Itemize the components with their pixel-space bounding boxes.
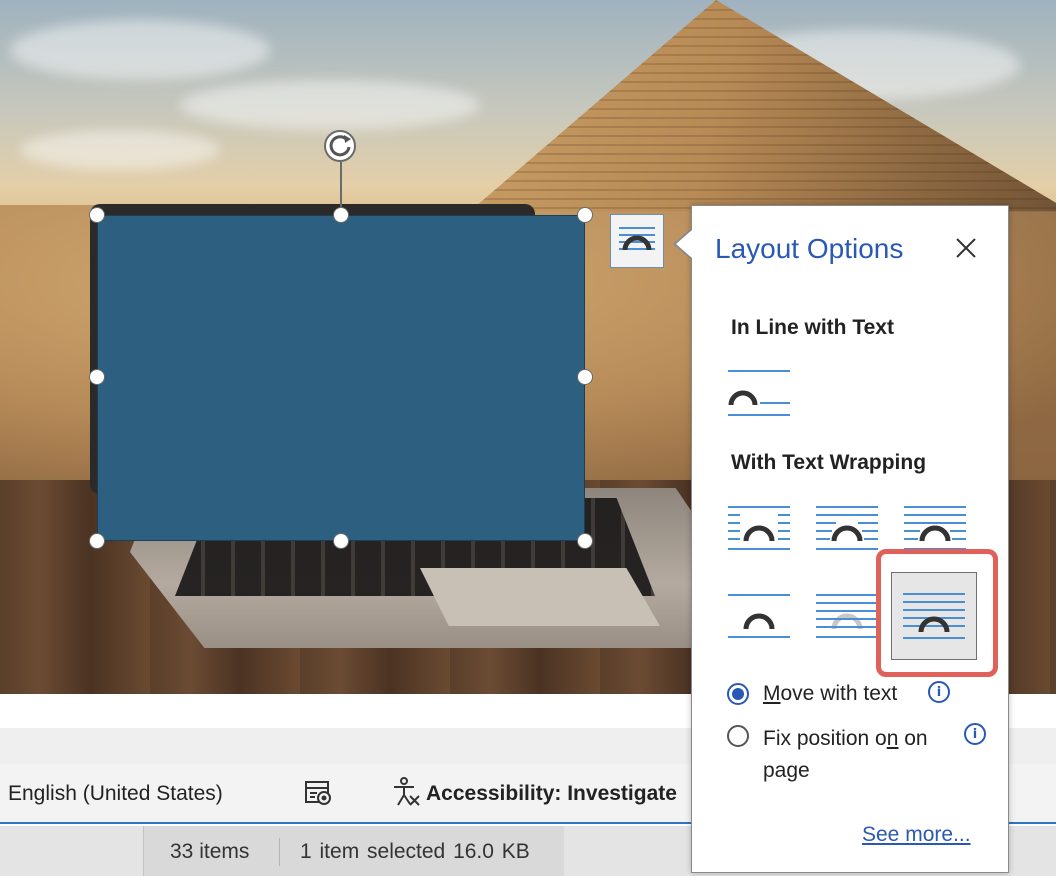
focus-mode-icon[interactable]: [303, 778, 333, 808]
layout-options-panel: Layout Options In Line with Text With Te…: [691, 205, 1009, 873]
laptop-touchpad: [420, 568, 660, 626]
move-with-text-label[interactable]: Move with text: [763, 678, 897, 710]
close-button[interactable]: [950, 232, 982, 264]
selected-rectangle-shape[interactable]: [97, 215, 585, 541]
wrap-through-icon: [904, 506, 966, 550]
resize-handle-top-right[interactable]: [577, 207, 593, 223]
selection-highlight: [876, 549, 998, 677]
resize-handle-left[interactable]: [89, 369, 105, 385]
resize-handle-top-left[interactable]: [89, 207, 105, 223]
move-with-text-info-icon[interactable]: i: [928, 681, 950, 703]
wrap-inline-icon: [728, 370, 790, 416]
fix-position-radio[interactable]: [727, 725, 749, 747]
wrap-option-in-line-with-text[interactable]: [725, 363, 793, 419]
accessibility-status[interactable]: Accessibility: Investigate: [426, 782, 677, 806]
wrap-in-front-icon: [619, 227, 655, 251]
resize-handle-top[interactable]: [333, 207, 349, 223]
resize-handle-bottom-left[interactable]: [89, 533, 105, 549]
inline-section-heading: In Line with Text: [731, 316, 894, 339]
layout-options-button[interactable]: [610, 214, 664, 268]
wrap-option-behind-text[interactable]: [813, 587, 881, 643]
divider: [279, 838, 280, 866]
resize-handle-right[interactable]: [577, 369, 593, 385]
panel-title: Layout Options: [715, 233, 904, 264]
wrap-option-square[interactable]: [725, 499, 793, 555]
rotate-handle-icon[interactable]: [320, 128, 364, 164]
wrap-square-icon: [728, 506, 790, 550]
wrapping-section-heading: With Text Wrapping: [731, 451, 927, 474]
see-more-link[interactable]: See more...: [862, 823, 971, 847]
language-indicator[interactable]: English (United States): [8, 782, 223, 806]
selection-info: 1 item selected 16.0 KB: [300, 840, 530, 863]
resize-handle-bottom-right[interactable]: [577, 533, 593, 549]
accessibility-icon[interactable]: [390, 776, 422, 808]
wrap-option-through[interactable]: [901, 499, 969, 555]
close-icon: [956, 238, 976, 258]
items-count: 33 items: [170, 840, 250, 863]
wrap-top-bottom-icon: [728, 594, 790, 638]
fix-position-label[interactable]: Fix position on on page: [763, 723, 928, 787]
wrap-tight-icon: [816, 506, 878, 550]
fix-position-info-icon[interactable]: i: [964, 723, 986, 745]
wrap-option-tight[interactable]: [813, 499, 881, 555]
wrap-behind-icon: [816, 594, 878, 638]
wrap-option-top-and-bottom[interactable]: [725, 587, 793, 643]
move-with-text-radio[interactable]: [727, 683, 749, 705]
resize-handle-bottom[interactable]: [333, 533, 349, 549]
